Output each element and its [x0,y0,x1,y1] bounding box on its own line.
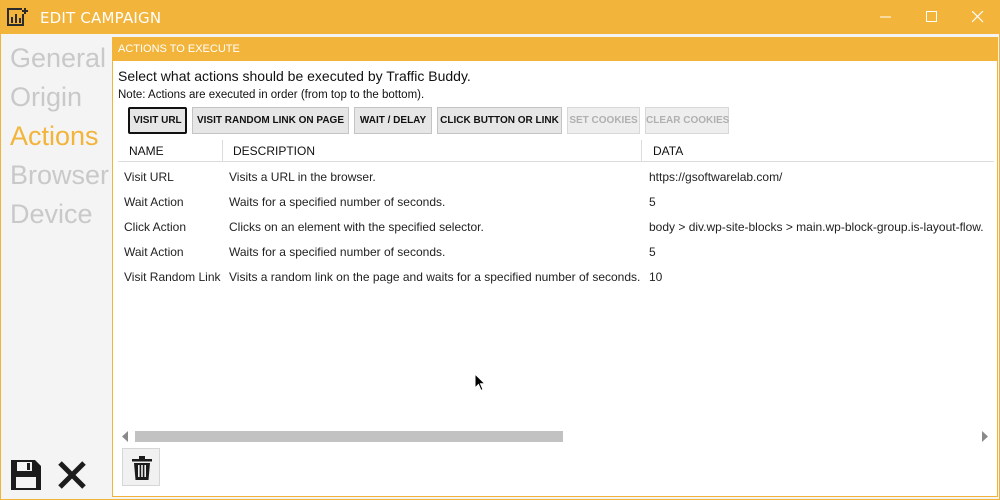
cell-description: Visits a random link on the page and wai… [229,270,641,284]
cell-description: Visits a URL in the browser. [229,170,376,184]
window-title: EDIT CAMPAIGN [40,9,162,27]
cell-data: 5 [649,195,656,209]
cell-name: Wait Action [124,195,184,209]
panel-header: ACTIONS TO EXECUTE [113,38,997,61]
minimize-button[interactable] [863,1,909,33]
delete-action-button[interactable] [122,448,160,486]
title-bar[interactable]: EDIT CAMPAIGN [1,1,1000,34]
column-header-data[interactable]: DATA [653,144,683,158]
cell-description: Waits for a specified number of seconds. [229,245,446,259]
cell-data: https://gsoftwarelab.com/ [649,170,783,184]
nav-item-general[interactable]: General [10,39,110,78]
visit-url-button[interactable]: VISIT URL [128,107,187,134]
scroll-right-arrow-icon[interactable] [981,431,989,442]
chart-plus-icon [7,7,28,27]
maximize-icon [926,11,937,22]
table-row[interactable]: Visit Random Link Visits a random link o… [118,262,994,287]
visit-random-link-button[interactable]: VISIT RANDOM LINK ON PAGE [192,107,349,134]
table-row[interactable]: Visit URL Visits a URL in the browser. h… [118,162,994,187]
table-row[interactable]: Wait Action Waits for a specified number… [118,187,994,212]
set-cookies-button[interactable]: SET COOKIES [567,107,640,134]
cell-data: 10 [649,270,663,284]
column-header-description[interactable]: DESCRIPTION [233,144,315,158]
nav-item-device[interactable]: Device [10,195,110,234]
mouse-cursor-icon [474,373,486,392]
clear-cookies-button[interactable]: CLEAR COOKIES [645,107,729,134]
cell-name: Wait Action [124,245,184,259]
note-text: Note: Actions are executed in order (fro… [118,89,425,101]
cell-name: Visit URL [124,170,174,184]
sidebar-nav: General Origin Actions Browser Device [10,39,110,234]
table-header: NAME DESCRIPTION DATA [118,140,994,162]
intro-text: Select what actions should be executed b… [118,68,471,84]
nav-item-actions[interactable]: Actions [10,117,110,156]
click-button-or-link-button[interactable]: CLICK BUTTON OR LINK [437,107,562,134]
cell-data: 5 [649,245,656,259]
cell-description: Clicks on an element with the specified … [229,220,484,234]
actions-panel: ACTIONS TO EXECUTE Select what actions s… [112,37,998,497]
cell-name: Visit Random Link [124,270,221,284]
table-row[interactable]: Click Action Clicks on an element with t… [118,212,994,237]
column-separator[interactable] [222,140,223,162]
scrollbar-thumb[interactable] [135,431,563,442]
nav-item-origin[interactable]: Origin [10,78,110,117]
maximize-button[interactable] [909,1,955,33]
cancel-button[interactable] [54,457,90,493]
cell-description: Waits for a specified number of seconds. [229,195,446,209]
x-icon [58,461,86,489]
cell-name: Click Action [124,220,187,234]
close-icon [972,11,984,23]
scroll-left-arrow-icon[interactable] [121,431,129,442]
column-header-name[interactable]: NAME [129,144,164,158]
trash-icon [132,456,152,480]
actions-table: NAME DESCRIPTION DATA Visit URL Visits a… [118,140,994,287]
save-button[interactable] [8,457,44,493]
table-row[interactable]: Wait Action Waits for a specified number… [118,237,994,262]
floppy-disk-icon [11,460,41,490]
close-window-button[interactable] [955,1,1000,33]
edit-campaign-window: EDIT CAMPAIGN General Origin Actions Bro… [0,0,1000,500]
nav-item-browser[interactable]: Browser [10,156,110,195]
minimize-icon [880,16,891,18]
horizontal-scrollbar[interactable] [121,429,991,443]
column-separator[interactable] [641,140,642,162]
wait-delay-button[interactable]: WAIT / DELAY [354,107,432,134]
cell-data: body > div.wp-site-blocks > main.wp-bloc… [649,220,984,234]
